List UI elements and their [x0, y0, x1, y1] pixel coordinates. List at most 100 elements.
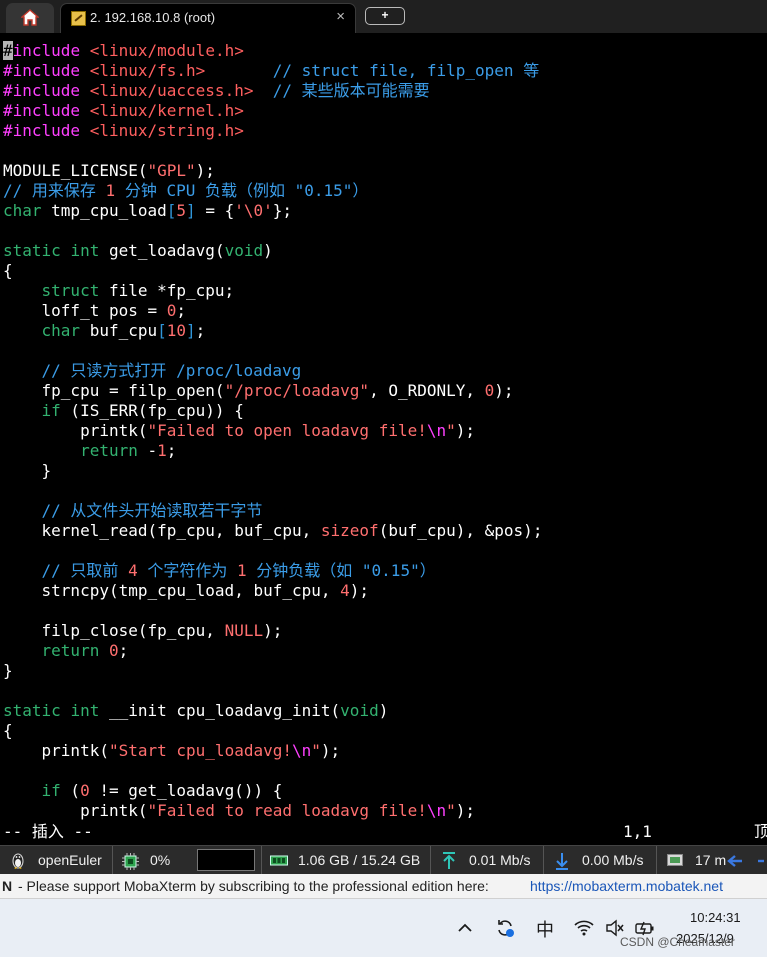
terminal-area[interactable]: #include <linux/module.h> #include <linux…: [0, 33, 767, 845]
sync-icon[interactable]: [495, 918, 515, 938]
code-token: 1: [237, 561, 247, 580]
code-token: int: [70, 701, 100, 720]
code-token: 4: [128, 561, 138, 580]
text-cursor: #: [3, 41, 13, 60]
code-token: ;: [195, 321, 206, 340]
code-token: );: [263, 621, 283, 640]
scroll-left-icon[interactable]: [726, 846, 764, 874]
windows-taskbar: 中 10:24:31 2025/12/9 CSDN @Cheamaster: [0, 899, 767, 957]
code-token: NULL: [224, 621, 264, 640]
code-token: 1: [105, 181, 116, 200]
code-token: <linux/fs.h>: [89, 61, 206, 80]
mobaxterm-link[interactable]: https://mobaxterm.mobatek.net: [530, 874, 723, 899]
status-divider: [543, 846, 544, 874]
code-token: 0: [108, 641, 119, 660]
code-token: }: [3, 661, 13, 680]
code-token: // 只取前: [41, 561, 129, 580]
linux-icon: [10, 846, 26, 874]
code-token: // 某些版本可能需要: [272, 81, 430, 100]
code-token: (IS_ERR(fp_cpu)) {: [60, 401, 244, 420]
code-token: if: [41, 401, 61, 420]
code-line: static int __init cpu_loadavg_init(void): [3, 701, 388, 721]
csdn-watermark: CSDN @Cheamaster: [620, 935, 735, 949]
mobaxterm-window: 2. 192.168.10.8 (root) × + #include <lin…: [0, 0, 767, 957]
code-line: #include <linux/module.h>: [3, 41, 244, 61]
code-line: printk("Start cpu_loadavg!\n");: [3, 741, 341, 761]
code-token: if: [41, 781, 61, 800]
ime-indicator[interactable]: 中: [536, 916, 554, 940]
code-line: return 0;: [3, 641, 129, 661]
code-line: static int get_loadavg(void): [3, 241, 273, 261]
code-token: ]: [186, 321, 196, 340]
code-line: }: [3, 661, 13, 681]
code-line: #include <linux/uaccess.h> // 某些版本可能需要: [3, 81, 430, 101]
code-token: \n: [426, 421, 447, 440]
code-token: #include: [3, 81, 81, 100]
cpu-graph: [197, 849, 255, 871]
code-token: ": [446, 421, 456, 440]
code-token: get_loadavg(: [99, 241, 225, 260]
code-token: ": [311, 741, 321, 760]
code-token: #include: [3, 121, 81, 140]
code-line: fp_cpu = filp_open("/proc/loadavg", O_RD…: [3, 381, 514, 401]
code-token: ;: [166, 441, 177, 460]
new-tab-button[interactable]: +: [365, 7, 405, 25]
uptime-icon: [667, 846, 683, 874]
tab-ssh-session[interactable]: 2. 192.168.10.8 (root) ×: [60, 3, 356, 33]
code-line: MODULE_LICENSE("GPL");: [3, 161, 215, 181]
os-name: openEuler: [38, 852, 102, 868]
code-token: // 从文件头开始读取若干字节: [41, 501, 263, 520]
code-token: printk(: [3, 741, 109, 760]
code-token: 个字符作为: [137, 561, 237, 580]
code-line: loff_t pos = 0;: [3, 301, 187, 321]
code-token: #include: [3, 61, 81, 80]
code-token: );: [320, 741, 341, 760]
status-divider: [112, 846, 113, 874]
status-bar: openEuler 0% 1.06 GB / 15.24 GB 0.01 Mb/…: [0, 845, 767, 874]
code-token: \n: [292, 741, 312, 760]
code-token: return: [80, 441, 138, 460]
code-line: char buf_cpu[10];: [3, 321, 206, 341]
code-token: // 用来保存: [3, 181, 106, 200]
code-line: kernel_read(fp_cpu, buf_cpu, sizeof(buf_…: [3, 521, 543, 541]
scroll-position: 顶: [754, 822, 767, 841]
code-token: ;: [176, 301, 187, 320]
clock-time[interactable]: 10:24:31: [690, 910, 741, 925]
chevron-up-icon[interactable]: [455, 918, 475, 938]
code-line: // 只取前 4 个字符作为 1 分钟负载（如 "0.15"）: [3, 561, 436, 581]
code-line: {: [3, 261, 13, 281]
code-token: strncpy(tmp_cpu_load, buf_cpu,: [3, 581, 341, 600]
code-token: \n: [426, 801, 447, 820]
status-divider: [430, 846, 431, 874]
home-tab[interactable]: [6, 3, 54, 33]
close-icon[interactable]: ×: [336, 8, 345, 25]
code-token: , O_RDONLY,: [369, 381, 485, 400]
code-token: 5: [176, 201, 187, 220]
code-token: [: [166, 201, 177, 220]
code-token: ): [378, 701, 389, 720]
code-token: ]: [186, 201, 196, 220]
banner-prefix: N: [2, 878, 13, 894]
wifi-icon[interactable]: [574, 918, 594, 938]
code-token: -: [137, 441, 158, 460]
code-line: if (IS_ERR(fp_cpu)) {: [3, 401, 244, 421]
code-token: char: [3, 201, 42, 220]
code-token: // struct file, filp_open 等: [272, 61, 540, 80]
upload-icon: [442, 846, 456, 874]
code-line: {: [3, 721, 13, 741]
code-line: strncpy(tmp_cpu_load, buf_cpu, 4);: [3, 581, 370, 601]
code-token: filp_close(fp_cpu,: [3, 621, 225, 640]
code-token: ;: [118, 641, 129, 660]
